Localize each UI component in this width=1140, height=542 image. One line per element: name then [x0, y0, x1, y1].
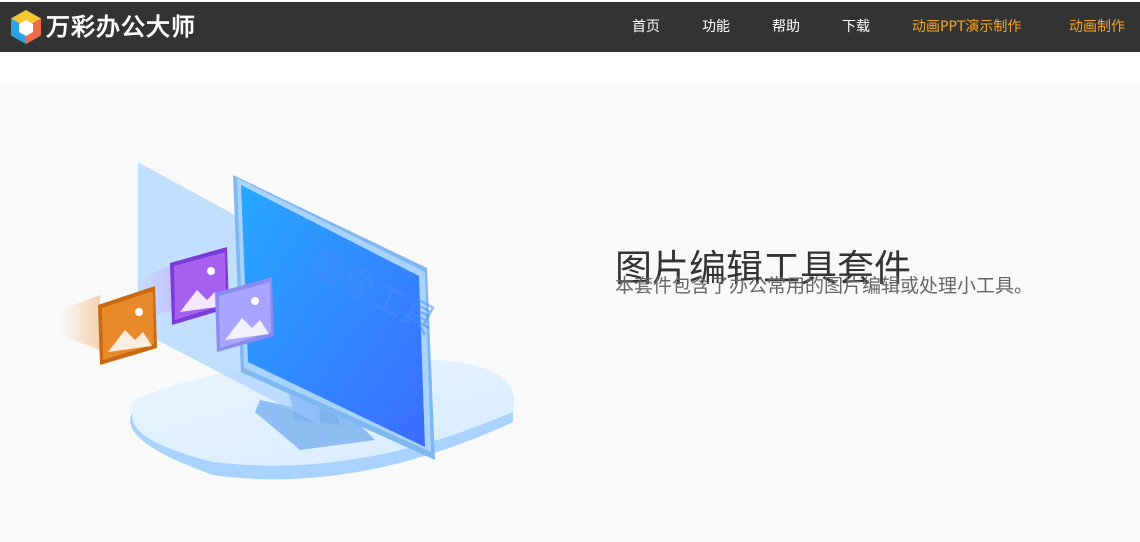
monitor-with-image-cards-illustration: 图像工具 [60, 162, 515, 480]
nav-download[interactable]: 下载 [842, 2, 870, 52]
nav-animated-ppt[interactable]: 动画PPT演示制作 [912, 2, 1021, 52]
hexagon-cube-logo-icon[interactable] [10, 9, 42, 45]
top-navigation-bar: 万彩办公大师 首页 功能 帮助 下载 动画PPT演示制作 动画制作 [0, 2, 1140, 52]
brand-name[interactable]: 万彩办公大师 [46, 12, 196, 42]
nav-features[interactable]: 功能 [702, 2, 730, 52]
nav-help[interactable]: 帮助 [772, 2, 800, 52]
header-spacer [0, 52, 1140, 62]
hero-subtitle: 本套件包含了办公常用的图片编辑或处理小工具。 [615, 275, 1034, 297]
nav-animation-maker[interactable]: 动画制作 [1069, 2, 1125, 52]
nav-home[interactable]: 首页 [632, 2, 660, 52]
